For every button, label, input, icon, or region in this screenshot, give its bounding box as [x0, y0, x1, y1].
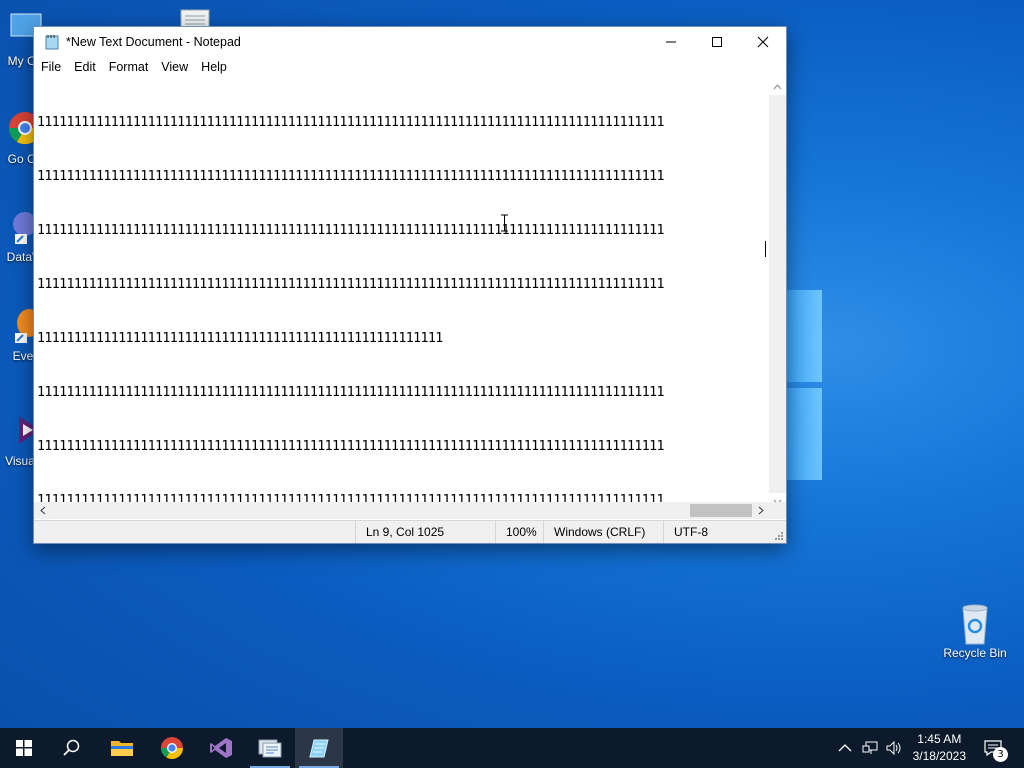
taskbar-chrome[interactable] [148, 728, 196, 768]
text-line: 1111111111111111111111111111111111111111… [37, 223, 665, 238]
folder-icon [111, 741, 133, 756]
control-panel-icon [258, 739, 282, 758]
vertical-scroll-track[interactable] [769, 95, 786, 493]
horizontal-scrollbar[interactable] [34, 502, 769, 519]
text-editor[interactable]: 1111111111111111111111111111111111111111… [34, 78, 786, 529]
scrollbar-corner [769, 502, 786, 519]
taskbar-control-panel[interactable] [246, 728, 294, 768]
menu-help[interactable]: Help [196, 60, 235, 74]
visual-studio-icon [210, 738, 232, 758]
text-line: 1111111111111111111111111111111111111111… [37, 115, 665, 130]
clock-date: 3/18/2023 [912, 749, 966, 763]
window-title: *New Text Document - Notepad [66, 35, 241, 49]
vertical-scrollbar[interactable] [769, 78, 786, 510]
notepad-icon [309, 739, 329, 758]
menu-edit[interactable]: Edit [69, 60, 104, 74]
desktop-file-icon[interactable] [178, 8, 212, 29]
chevron-up-icon[interactable] [838, 743, 852, 753]
clock[interactable]: 1:45 AM 3/18/2023 [913, 731, 966, 765]
wallpaper-logo-pane-top [786, 290, 822, 382]
clock-time: 1:45 AM [917, 732, 962, 746]
ibeam-cursor-icon [501, 214, 508, 232]
menu-bar: File Edit Format View Help [34, 57, 786, 77]
editor-text[interactable]: 1111111111111111111111111111111111111111… [37, 78, 769, 529]
taskbar-visual-studio[interactable] [197, 728, 245, 768]
notification-count-badge: 3 [993, 747, 1008, 762]
notepad-icon [44, 34, 60, 50]
menu-format[interactable]: Format [104, 60, 157, 74]
taskbar-notepad[interactable] [295, 728, 343, 768]
network-icon[interactable] [862, 741, 878, 755]
menu-view[interactable]: View [156, 60, 196, 74]
scroll-up-arrow-icon[interactable] [769, 78, 786, 95]
search-button[interactable] [48, 728, 96, 768]
desktop-icon-recycle-bin[interactable]: Recycle Bin [940, 602, 1010, 660]
text-line: 1111111111111111111111111111111111111111… [37, 169, 665, 184]
wallpaper-logo-pane-bottom [786, 388, 822, 480]
menu-file[interactable]: File [36, 60, 69, 74]
taskbar: 1:45 AM 3/18/2023 3 [0, 728, 1024, 768]
taskbar-file-explorer[interactable] [98, 728, 146, 768]
resize-grip-icon[interactable] [774, 531, 784, 541]
text-line: 1111111111111111111111111111111111111111… [37, 277, 665, 292]
notepad-window[interactable]: *New Text Document - Notepad File Edit F… [33, 26, 787, 544]
status-line-ending: Windows (CRLF) [543, 521, 645, 543]
minimize-icon [666, 41, 676, 43]
status-zoom: 100% [495, 521, 537, 543]
chrome-icon [161, 737, 183, 759]
status-cursor-position: Ln 9, Col 1025 [355, 521, 444, 543]
text-line: 1111111111111111111111111111111111111111… [37, 385, 665, 400]
search-icon [63, 739, 80, 756]
scroll-left-arrow-icon[interactable] [34, 502, 51, 519]
windows-logo-icon [16, 740, 32, 756]
maximize-icon [712, 37, 722, 47]
volume-icon[interactable] [886, 741, 902, 755]
text-line: 1111111111111111111111111111111111111111… [37, 331, 443, 346]
start-button[interactable] [0, 728, 48, 768]
horizontal-scroll-thumb[interactable] [690, 504, 752, 517]
recycle-bin-icon [955, 602, 995, 645]
status-encoding: UTF-8 [663, 521, 708, 543]
close-icon [757, 36, 769, 48]
close-button[interactable] [740, 27, 786, 57]
system-tray [838, 728, 902, 768]
text-caret [765, 241, 766, 257]
text-line: 1111111111111111111111111111111111111111… [37, 439, 665, 454]
minimize-button[interactable] [648, 27, 694, 57]
status-bar: Ln 9, Col 1025 100% Windows (CRLF) UTF-8 [34, 520, 786, 543]
scroll-right-arrow-icon[interactable] [752, 502, 769, 519]
maximize-button[interactable] [694, 27, 740, 57]
title-bar[interactable]: *New Text Document - Notepad [34, 27, 786, 57]
